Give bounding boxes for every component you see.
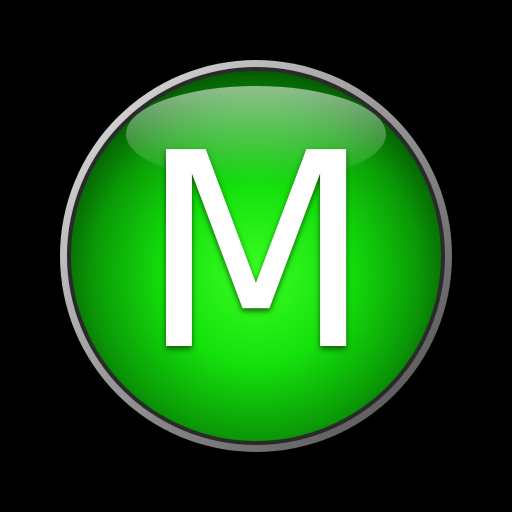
app-icon-canvas: M: [0, 0, 512, 512]
badge-letter: M: [140, 95, 373, 410]
m-badge-icon: M: [60, 60, 452, 452]
